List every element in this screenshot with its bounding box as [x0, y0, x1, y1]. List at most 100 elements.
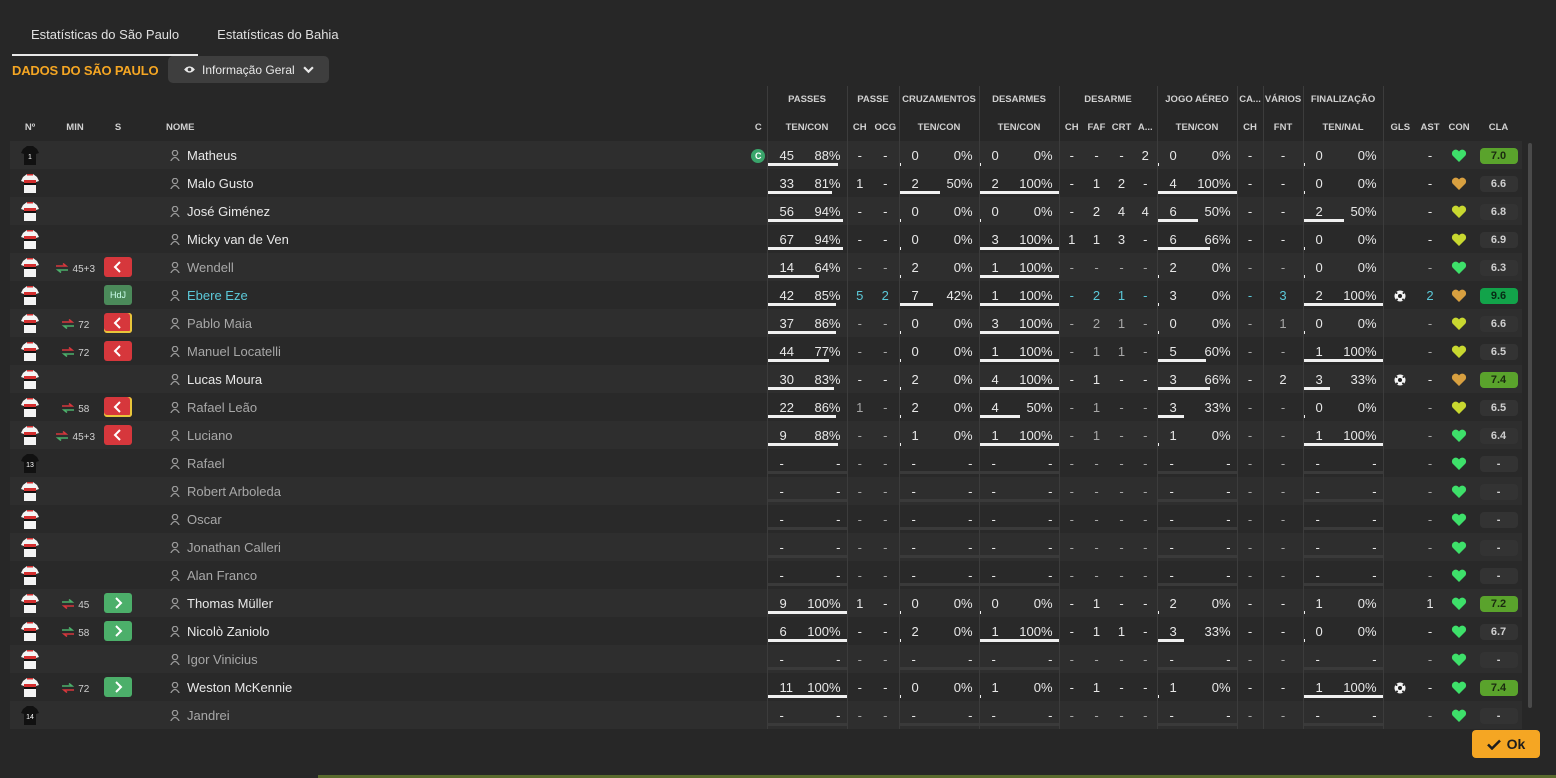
player-name-cell[interactable]: Malo Gusto	[166, 169, 750, 197]
subbed-on-button[interactable]	[104, 621, 132, 641]
player-name-cell[interactable]: Jandrei	[166, 701, 750, 729]
player-name-cell[interactable]: Wendell	[166, 253, 750, 281]
player-name-cell[interactable]: Ebere Eze	[166, 281, 750, 309]
player-name[interactable]: Malo Gusto	[187, 176, 253, 191]
table-row[interactable]: 72 Weston McKennie 11 100% - -0 0% 1 0% -1- -1 0% - -…	[10, 673, 1523, 701]
player-name[interactable]: Ebere Eze	[187, 288, 248, 303]
table-row[interactable]: Jonathan Calleri - - - - - - - - - - - - - - - - - - - -	[10, 533, 1523, 561]
col-name[interactable]: NOME	[166, 113, 750, 141]
col-ca-ch[interactable]: CH	[1236, 113, 1264, 141]
player-name-cell[interactable]: Igor Vinicius	[166, 645, 750, 673]
table-row[interactable]: 72 Manuel Locatelli 44 77% - -0 0% 1 100% -1 1-5 60…	[10, 337, 1523, 365]
player-name[interactable]: Jonathan Calleri	[187, 540, 281, 555]
player-name-cell[interactable]: Jonathan Calleri	[166, 533, 750, 561]
aereo-ten-con-bar	[1158, 527, 1237, 530]
player-name[interactable]: Nicolò Zaniolo	[187, 624, 269, 639]
player-name[interactable]: Manuel Locatelli	[187, 344, 281, 359]
player-name[interactable]: Igor Vinicius	[187, 652, 258, 667]
table-row[interactable]: Lucas Moura 30 83% - -2 0% 4 100% -1- -3 66% -2 3 33%…	[10, 365, 1523, 393]
player-name[interactable]: Luciano	[187, 428, 233, 443]
table-row[interactable]: Oscar - - - - - - - - - - - - - - - - - - - -	[10, 505, 1523, 533]
ok-button[interactable]: Ok	[1472, 730, 1540, 758]
player-name[interactable]: Oscar	[187, 512, 222, 527]
col-ast[interactable]: AST	[1417, 113, 1443, 141]
col-num[interactable]: Nº	[10, 113, 50, 141]
player-name-cell[interactable]: Rafael Leão	[166, 393, 750, 421]
col-passe-ocg[interactable]: OCG	[872, 113, 899, 141]
player-name-cell[interactable]: Lucas Moura	[166, 365, 750, 393]
col-cruz-ten-con[interactable]: TEN/CON	[898, 113, 980, 141]
player-name-cell[interactable]: Weston McKennie	[166, 673, 750, 701]
player-name-cell[interactable]: Alan Franco	[166, 561, 750, 589]
player-name[interactable]: Jandrei	[187, 708, 230, 723]
table-row[interactable]: 58 Nicolò Zaniolo 6 100% - -2 0% 1 100% -1 1-3 33% -…	[10, 617, 1523, 645]
subbed-off-button[interactable]	[104, 341, 132, 361]
col-con[interactable]: CON	[1443, 113, 1475, 141]
table-row[interactable]: Malo Gusto 33 81% 1-2 50% 2 100% -1 2-4 100% - -0 0%…	[10, 169, 1523, 197]
table-row[interactable]: 1 Matheus C 45 88% - -0 0% 0 0% - - -2 0 0% - -0 0% -7.0	[10, 141, 1523, 169]
player-name[interactable]: Rafael Leão	[187, 400, 257, 415]
table-row[interactable]: HdJ Ebere Eze 42 85% 5 2 7 42% 1 100% -2 1-3 0% -3 2 10…	[10, 281, 1523, 309]
col-gls[interactable]: GLS	[1382, 113, 1418, 141]
scrollbar[interactable]	[1528, 143, 1532, 708]
player-name-cell[interactable]: Matheus	[166, 141, 750, 169]
subbed-off-button[interactable]	[104, 425, 132, 445]
col-cla[interactable]: CLA	[1475, 113, 1522, 141]
table-row[interactable]: 45 Thomas Müller 9 100% 1-0 0% 0 0% -1- -2 0% - -1 0%…	[10, 589, 1523, 617]
player-name[interactable]: Matheus	[187, 148, 237, 163]
player-name-cell[interactable]: Pablo Maia	[166, 309, 750, 337]
player-name[interactable]: Thomas Müller	[187, 596, 273, 611]
player-name-cell[interactable]: José Giménez	[166, 197, 750, 225]
tab-sao-paulo-stats[interactable]: Estatísticas do São Paulo	[12, 18, 199, 56]
tab-bahia-stats[interactable]: Estatísticas do Bahia	[198, 18, 357, 54]
table-row[interactable]: Alan Franco - - - - - - - - - - - - - - - - - - - -	[10, 561, 1523, 589]
player-name[interactable]: Weston McKennie	[187, 680, 292, 695]
subbed-off-button[interactable]	[104, 313, 132, 333]
table-row[interactable]: 58 Rafael Leão 22 86% 1-2 0% 4 50% -1- -3 33% - -0 0%…	[10, 393, 1523, 421]
player-name[interactable]: Alan Franco	[187, 568, 257, 583]
player-name-cell[interactable]: Micky van de Ven	[166, 225, 750, 253]
col-des-ch[interactable]: CH	[1058, 113, 1085, 141]
aereo-ten-con-bar	[1158, 723, 1237, 726]
table-row[interactable]: 13 Rafael - - - - - - - - - - - - - - - - - - - -	[10, 449, 1523, 477]
col-passe-ch[interactable]: CH	[846, 113, 872, 141]
subbed-on-button[interactable]	[104, 593, 132, 613]
subbed-off-button[interactable]	[104, 257, 132, 277]
table-row[interactable]: 45+3 Wendell 14 64% - -2 0% 1 100% - - - -2 0% - -0 0% -6…	[10, 253, 1523, 281]
subbed-on-button[interactable]	[104, 677, 132, 697]
player-name[interactable]: Pablo Maia	[187, 316, 252, 331]
view-dropdown[interactable]: Informação Geral	[168, 56, 329, 83]
col-c[interactable]: C	[750, 113, 767, 141]
player-name-cell[interactable]: Thomas Müller	[166, 589, 750, 617]
player-name-cell[interactable]: Luciano	[166, 421, 750, 449]
player-name[interactable]: Robert Arboleda	[187, 484, 281, 499]
table-row[interactable]: Robert Arboleda - - - - - - - - - - - - - - - - - - - -	[10, 477, 1523, 505]
player-name-cell[interactable]: Nicolò Zaniolo	[166, 617, 750, 645]
col-min[interactable]: MIN	[50, 113, 100, 141]
col-passes-ten-con[interactable]: TEN/CON	[766, 113, 847, 141]
player-name-cell[interactable]: Oscar	[166, 505, 750, 533]
table-row[interactable]: 14 Jandrei - - - - - - - - - - - - - - - - - - - -	[10, 701, 1523, 729]
col-s[interactable]: S	[100, 113, 136, 141]
player-name-cell[interactable]: Manuel Locatelli	[166, 337, 750, 365]
table-row[interactable]: Micky van de Ven 67 94% - -0 0% 3 100% 1 1 3-6 66% -…	[10, 225, 1523, 253]
player-name[interactable]: Lucas Moura	[187, 372, 262, 387]
player-name[interactable]: Wendell	[187, 260, 234, 275]
player-name[interactable]: José Giménez	[187, 204, 270, 219]
col-aereo-ten-con[interactable]: TEN/CON	[1156, 113, 1238, 141]
col-des-a[interactable]: A...	[1134, 113, 1157, 141]
player-name-cell[interactable]: Robert Arboleda	[166, 477, 750, 505]
col-desarmes-ten-con[interactable]: TEN/CON	[978, 113, 1060, 141]
player-name-cell[interactable]: Rafael	[166, 449, 750, 477]
col-des-faf[interactable]: FAF	[1084, 113, 1109, 141]
subbed-off-button[interactable]	[104, 397, 132, 417]
table-row[interactable]: Igor Vinicius - - - - - - - - - - - - - - - - - - - -	[10, 645, 1523, 673]
col-final-ten-nal[interactable]: TEN/NAL	[1302, 113, 1384, 141]
col-des-crt[interactable]: CRT	[1109, 113, 1134, 141]
player-name[interactable]: Rafael	[187, 456, 225, 471]
table-row[interactable]: José Giménez 56 94% - -0 0% 0 0% -2 4 4 6 50% - -2 50% -…	[10, 197, 1523, 225]
player-name[interactable]: Micky van de Ven	[187, 232, 289, 247]
col-fnt[interactable]: FNT	[1262, 113, 1304, 141]
table-row[interactable]: 45+3 Luciano 9 88% - -1 0% 1 100% -1- -1 0% - -1 100% -…	[10, 421, 1523, 449]
table-row[interactable]: 72 Pablo Maia 37 86% - -0 0% 3 100% -2 1-0 0% -1 0 0% -…	[10, 309, 1523, 337]
